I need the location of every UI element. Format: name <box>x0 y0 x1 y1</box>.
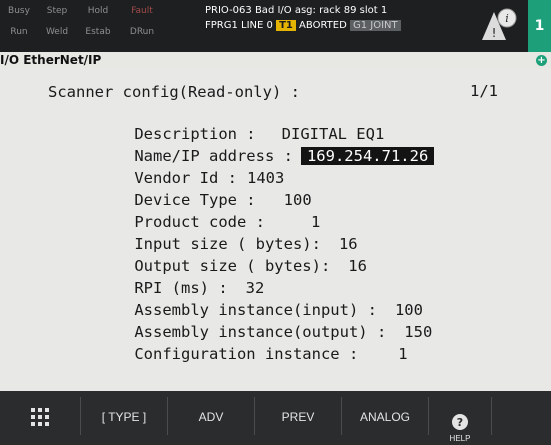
field-value: 1 <box>398 345 408 363</box>
svg-text:?: ? <box>457 416 463 429</box>
status-drun: DRun <box>129 27 155 37</box>
config-instance-row[interactable]: Configuration instance : 1 <box>97 324 408 384</box>
status-indicators: Busy Step Hold Fault Run Weld Estab DRun <box>0 0 202 50</box>
scanner-heading: Scanner config(Read-only) : <box>48 83 300 101</box>
config-screen: Scanner config(Read-only) : 1/1 Descript… <box>0 69 551 391</box>
status-fault: Fault <box>131 6 153 16</box>
help-label: HELP <box>449 434 471 443</box>
question-icon: ? <box>452 414 468 430</box>
type-button[interactable]: [ TYPE ] <box>81 395 167 439</box>
grid-menu-icon <box>31 408 49 426</box>
status-busy: Busy <box>8 6 30 16</box>
screen-number-tab[interactable]: 1 <box>528 0 551 52</box>
field-label: Configuration instance : <box>134 345 359 363</box>
field-value: 150 <box>404 323 433 341</box>
status-run: Run <box>10 27 28 37</box>
next-button[interactable] <box>492 395 551 439</box>
status-bar: Busy Step Hold Fault Run Weld Estab DRun… <box>0 0 551 52</box>
status-estab: Estab <box>85 27 111 37</box>
joint-badge: G1 JOINT <box>349 20 401 31</box>
alarm-panel[interactable]: PRIO-063 Bad I/O asg: rack 89 slot 1 FPR… <box>205 3 475 47</box>
analog-button[interactable]: ANALOG <box>342 395 428 439</box>
page-indicator: 1/1 <box>470 82 498 100</box>
page-title: I/O EtherNet/IP <box>0 53 102 67</box>
adv-button[interactable]: ADV <box>168 395 254 439</box>
status-hold: Hold <box>87 6 109 16</box>
program-state: ABORTED <box>299 20 347 31</box>
svg-text:!: ! <box>492 26 497 40</box>
alarm-line-2: FPRG1 LINE 0 T1 ABORTED G1 JOINT <box>205 18 475 33</box>
menu-title-bar: I/O EtherNet/IP + <box>0 52 551 69</box>
menu-grid-button[interactable] <box>0 395 80 439</box>
ip-address-value-cursor[interactable]: 169.254.71.26 <box>300 147 435 165</box>
t1-badge: T1 <box>276 20 296 31</box>
warning-info-icon[interactable]: ! i <box>480 6 520 46</box>
status-weld: Weld <box>45 27 69 37</box>
prev-button[interactable]: PREV <box>255 395 341 439</box>
plus-icon[interactable]: + <box>536 55 547 66</box>
program-line: FPRG1 LINE 0 <box>205 20 273 31</box>
svg-text:i: i <box>505 12 509 25</box>
field-value: 16 <box>348 257 367 275</box>
alarm-line-1: PRIO-063 Bad I/O asg: rack 89 slot 1 <box>205 5 388 16</box>
status-step: Step <box>46 6 68 16</box>
